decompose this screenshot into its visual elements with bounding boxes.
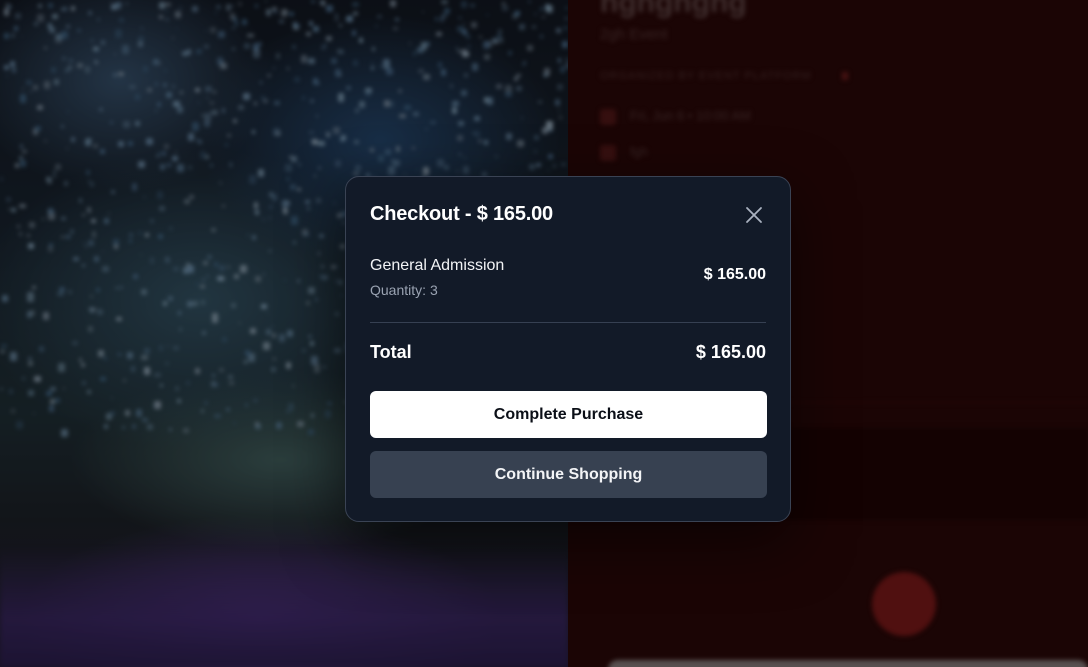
quantity-label: Quantity: [370, 282, 427, 298]
summary-divider [370, 322, 766, 323]
page: hghghghg 2gh Event ORGANIZED BY EVENT PL… [0, 0, 1088, 667]
order-line-item: General Admission Quantity: 3 $ 165.00 [370, 255, 766, 299]
continue-shopping-button[interactable]: Continue Shopping [370, 451, 767, 498]
complete-purchase-button[interactable]: Complete Purchase [370, 391, 767, 438]
total-label: Total [370, 342, 412, 362]
ticket-quantity: Quantity: 3 [370, 282, 438, 298]
quantity-value: 3 [430, 282, 438, 298]
close-icon [746, 207, 762, 223]
checkout-title: Checkout - $ 165.00 [370, 203, 553, 226]
line-item-price: $ 165.00 [703, 266, 766, 283]
checkout-title-amount: $ 165.00 [476, 203, 553, 225]
ticket-type-name: General Admission [370, 257, 505, 274]
checkout-title-prefix: Checkout - [370, 203, 477, 225]
total-value: $ 165.00 [695, 342, 766, 362]
checkout-modal: Checkout - $ 165.00 General Admission Qu… [345, 176, 791, 522]
close-button[interactable] [742, 203, 766, 227]
